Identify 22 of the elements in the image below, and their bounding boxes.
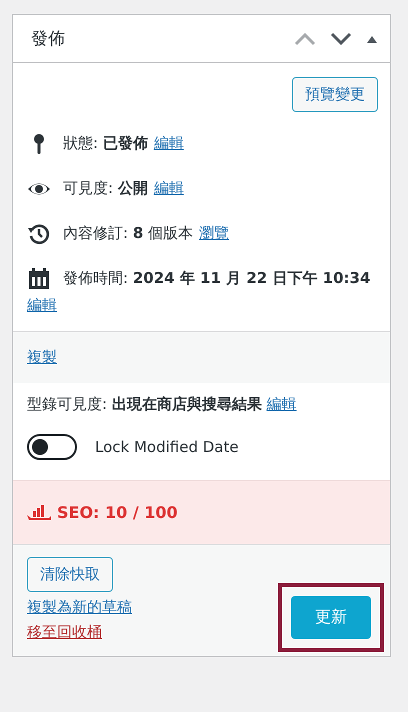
panel-title: 發佈 (31, 28, 65, 50)
toggle-switch[interactable] (27, 434, 77, 460)
seo-score: SEO: 10 / 100 (57, 503, 178, 522)
calendar-icon (27, 266, 51, 290)
edit-link[interactable]: 編輯 (154, 175, 184, 202)
publish-info-text: 內容修訂: 8 個版本 (63, 223, 194, 244)
copy-to-draft-link[interactable]: 複製為新的草稿 (27, 598, 132, 617)
publish-info-text: 發佈時間: 2024 年 11 月 22 日下午 10:34 (63, 268, 370, 289)
edit-link[interactable]: 瀏覽 (199, 220, 230, 247)
edit-link[interactable]: 編輯 (266, 395, 297, 413)
edit-link[interactable]: 編輯 (27, 292, 57, 319)
edit-link[interactable]: 編輯 (154, 130, 184, 157)
update-button[interactable]: 更新 (291, 596, 371, 639)
publish-info-text: 狀態: 已發佈 (63, 133, 148, 154)
preview-changes-button[interactable]: 預覽變更 (292, 77, 378, 112)
publish-info-text: 可見度: 公開 (63, 178, 148, 199)
clear-cache-button[interactable]: 清除快取 (27, 557, 113, 592)
history-icon (27, 222, 51, 246)
trash-link[interactable]: 移至回收桶 (27, 623, 102, 642)
catalog-visibility-text: 型錄可見度: 出現在商店與搜尋結果 (27, 395, 262, 413)
toggle-label: Lock Modified Date (95, 438, 239, 456)
duplicate-link[interactable]: 複製 (27, 348, 57, 366)
